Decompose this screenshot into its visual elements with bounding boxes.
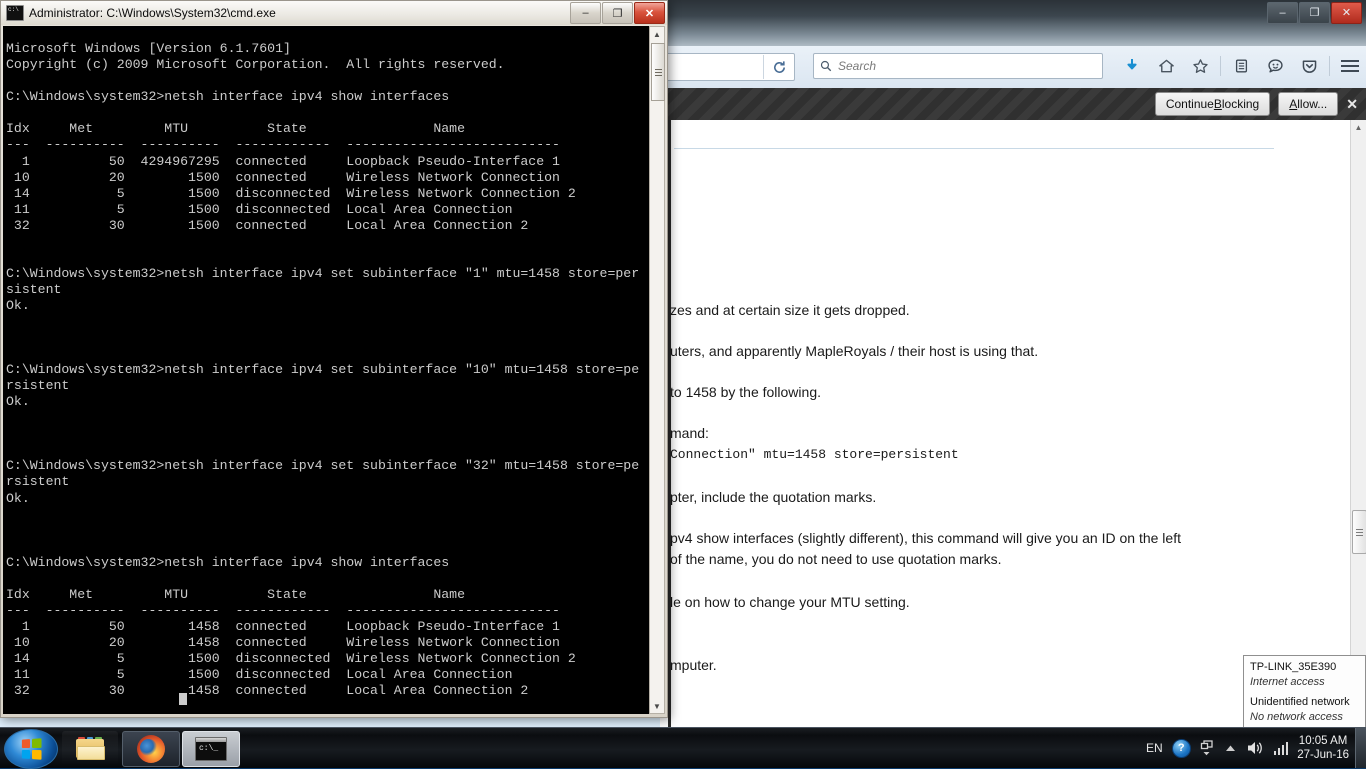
continue-blocking-prefix: Continue <box>1165 97 1214 111</box>
continue-blocking-button[interactable]: Continue Blocking <box>1154 92 1271 116</box>
continue-blocking-accesskey: B <box>1213 97 1222 111</box>
page-text-line: to 1458 by the following. <box>670 384 821 400</box>
firefox-navigation-toolbar: Search <box>660 46 1366 89</box>
console-scrollbar-grip <box>654 68 662 76</box>
console-icon <box>6 5 24 21</box>
page-horizontal-rule <box>674 148 1274 149</box>
taskbar-button-explorer[interactable] <box>62 731 118 765</box>
firefox-icon <box>137 735 165 763</box>
url-bar[interactable] <box>660 53 795 81</box>
cmd-close-button[interactable]: ✕ <box>634 2 665 24</box>
reload-icon[interactable] <box>763 55 794 79</box>
folder-icon <box>76 737 105 760</box>
network-2-status: No network access <box>1250 711 1343 723</box>
cmd-title-text: Administrator: C:\Windows\System32\cmd.e… <box>29 6 276 20</box>
pocket-icon[interactable] <box>1292 52 1326 80</box>
page-text-line: uters, and apparently MapleRoyals / thei… <box>670 343 1039 359</box>
scrollbar-thumb[interactable] <box>1352 510 1366 554</box>
clock-date: 27-Jun-16 <box>1297 749 1349 761</box>
clock[interactable]: 10:05 AM 27-Jun-16 <box>1297 734 1349 762</box>
network-signal-icon[interactable] <box>1273 741 1289 755</box>
page-text-line: mand: <box>670 425 709 441</box>
page-text-line: pter, include the quotation marks. <box>670 489 877 505</box>
taskbar-button-cmd[interactable] <box>182 731 240 767</box>
cmd-minimize-button[interactable]: – <box>570 2 601 24</box>
console-scrollbar-thumb[interactable] <box>651 43 665 101</box>
page-scrollbar[interactable]: ▲ <box>1350 120 1366 728</box>
firefox-window-controls: – ❐ ✕ <box>1267 2 1362 24</box>
show-hidden-icons-icon[interactable] <box>1224 744 1237 753</box>
notification-close-icon[interactable]: ✕ <box>1346 96 1358 113</box>
network-1-name: TP-LINK_35E390 <box>1250 661 1337 673</box>
toolbar-separator-2 <box>1329 56 1330 76</box>
blocked-content-notification-bar: Continue Blocking Allow... ✕ <box>660 88 1366 121</box>
page-text-line: le on how to change your MTU setting. <box>670 594 910 610</box>
page-text-line: of the name, you do not need to use quot… <box>670 551 1002 567</box>
command-prompt-window: Administrator: C:\Windows\System32\cmd.e… <box>0 0 668 718</box>
action-center-icon[interactable] <box>1200 739 1215 757</box>
page-text-line: Connection" mtu=1458 store=persistent <box>670 447 959 462</box>
cmd-titlebar[interactable]: Administrator: C:\Windows\System32\cmd.e… <box>1 1 667 25</box>
windows-taskbar: EN ? 10:05 AM <box>0 727 1366 769</box>
language-indicator[interactable]: EN <box>1146 741 1163 755</box>
volume-icon[interactable] <box>1246 740 1265 756</box>
scroll-up-arrow[interactable]: ▲ <box>1351 120 1366 135</box>
search-input[interactable]: Search <box>813 53 1103 79</box>
toolbar-separator <box>1220 56 1221 76</box>
start-button[interactable] <box>4 729 58 769</box>
firefox-minimize-button[interactable]: – <box>1267 2 1298 24</box>
firefox-close-button[interactable]: ✕ <box>1331 2 1362 24</box>
help-icon[interactable]: ? <box>1171 738 1191 758</box>
allow-button[interactable]: Allow... <box>1278 92 1339 116</box>
console-scrollbar[interactable]: ▲ ▼ <box>649 26 665 714</box>
page-text-line: zes and at certain size it gets dropped. <box>670 302 910 318</box>
clock-time: 10:05 AM <box>1298 735 1348 747</box>
firefox-toolbar-icons <box>1115 52 1366 80</box>
allow-suffix: llow... <box>1297 97 1328 111</box>
network-status-tooltip: TP-LINK_35E390 Internet access Unidentif… <box>1243 655 1366 728</box>
page-text-line: mputer. <box>670 657 717 673</box>
firefox-maximize-button[interactable]: ❐ <box>1299 2 1330 24</box>
search-placeholder-text: Search <box>838 59 877 73</box>
reading-list-icon[interactable] <box>1224 52 1258 80</box>
allow-accesskey: A <box>1289 97 1298 111</box>
menu-icon[interactable] <box>1333 52 1366 80</box>
cmd-taskbar-icon <box>195 737 227 761</box>
downloads-icon[interactable] <box>1115 52 1149 80</box>
taskbar-button-firefox[interactable] <box>122 731 180 767</box>
console-cursor <box>179 693 187 705</box>
firefox-window: – ❐ ✕ Search Continue B locking A llow..… <box>660 0 1366 728</box>
firefox-titlebar: – ❐ ✕ <box>660 0 1366 46</box>
cmd-window-controls: – ❐ ✕ <box>570 2 665 24</box>
network-2-name: Unidentified network <box>1250 696 1350 708</box>
search-icon <box>820 60 832 72</box>
page-content: zes and at certain size it gets dropped.… <box>660 120 1351 728</box>
console-scroll-up-arrow[interactable]: ▲ <box>650 27 664 41</box>
network-1-status: Internet access <box>1250 676 1325 688</box>
console-scroll-down-arrow[interactable]: ▼ <box>650 699 664 713</box>
continue-blocking-suffix: locking <box>1221 97 1260 111</box>
bookmark-star-icon[interactable] <box>1183 52 1217 80</box>
hello-icon[interactable] <box>1258 52 1292 80</box>
show-desktop-button[interactable] <box>1355 728 1366 768</box>
console-output-area[interactable]: Microsoft Windows [Version 6.1.7601] Cop… <box>3 26 649 714</box>
cmd-maximize-button[interactable]: ❐ <box>602 2 633 24</box>
page-left-border <box>668 120 671 728</box>
home-icon[interactable] <box>1149 52 1183 80</box>
scrollbar-grip <box>1356 528 1363 536</box>
page-text-line: pv4 show interfaces (slightly different)… <box>670 530 1181 546</box>
system-tray: EN ? 10:05 AM 27-Jun-16 <box>1146 728 1366 768</box>
console-text: Microsoft Windows [Version 6.1.7601] Cop… <box>6 41 640 699</box>
windows-logo-icon <box>21 738 42 760</box>
